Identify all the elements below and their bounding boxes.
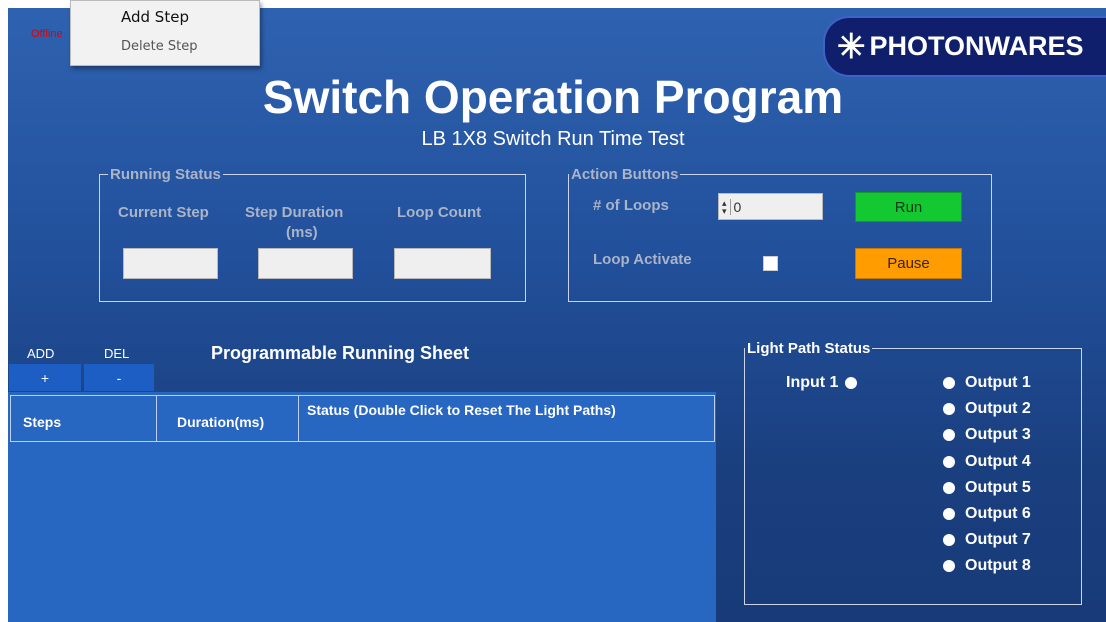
output-status-dot-icon — [943, 377, 955, 389]
menu-item-add-step[interactable]: Add Step — [121, 8, 189, 26]
step-duration-unit: (ms) — [286, 224, 318, 241]
logo-text: PHOTONWARES — [869, 31, 1084, 61]
column-header-steps[interactable]: Steps — [11, 396, 156, 441]
output-label: Output 1 — [965, 374, 1031, 391]
output-indicator: Output 1 — [943, 374, 1031, 392]
output-status-dot-icon — [943, 534, 955, 547]
column-header-duration[interactable]: Duration(ms) — [156, 396, 298, 441]
delete-step-button[interactable]: - — [84, 364, 154, 391]
loops-label: # of Loops — [593, 197, 669, 214]
step-duration-label: Step Duration — [245, 204, 344, 221]
output-status-dot-icon — [943, 560, 955, 573]
input-label: Input 1 — [786, 374, 839, 391]
output-label: Output 6 — [965, 505, 1031, 522]
input-indicator: Input 1 — [786, 374, 858, 392]
column-header-status[interactable]: Status (Double Click to Reset The Light … — [298, 396, 714, 441]
output-indicator: Output 8 — [943, 557, 1031, 575]
running-sheet-title: Programmable Running Sheet — [211, 343, 470, 363]
input-status-dot-icon — [845, 377, 858, 389]
page-subtitle: LB 1X8 Switch Run Time Test — [421, 128, 685, 150]
menu-item-delete-step[interactable]: Delete Step — [121, 39, 197, 54]
starburst-icon: ✳ — [837, 27, 866, 66]
connection-status: Offline — [31, 28, 63, 40]
output-indicator: Output 2 — [943, 400, 1031, 418]
context-menu: Add Step Delete Step — [70, 0, 260, 66]
output-label: Output 5 — [965, 478, 1031, 496]
loop-count-field — [394, 248, 491, 279]
output-label: Output 4 — [965, 452, 1031, 470]
current-step-field — [123, 248, 218, 279]
loop-count-label: Loop Count — [397, 204, 482, 221]
loop-activate-checkbox[interactable] — [763, 256, 778, 271]
del-label: DEL — [104, 346, 130, 361]
output-label: Output 8 — [965, 557, 1031, 575]
output-label: Output 7 — [965, 531, 1031, 549]
loops-stepper[interactable]: ▴ ▾ 0 — [718, 193, 823, 220]
output-status-dot-icon — [943, 481, 955, 494]
add-step-button[interactable]: + — [9, 364, 81, 391]
output-indicator: Output 3 — [943, 426, 1031, 444]
output-status-dot-icon — [943, 455, 955, 468]
output-label: Output 2 — [965, 400, 1031, 418]
output-status-dot-icon — [943, 429, 955, 442]
stepper-arrows-icon[interactable]: ▴ ▾ — [719, 198, 731, 215]
action-buttons-legend: Action Buttons — [571, 166, 679, 183]
output-indicator: Output 5 — [943, 479, 1031, 497]
run-button[interactable]: Run — [855, 192, 962, 222]
output-status-dot-icon — [943, 403, 955, 416]
output-status-dot-icon — [943, 508, 955, 520]
running-sheet-header: Steps Duration(ms) Status (Double Click … — [10, 395, 715, 442]
page-title: Switch Operation Program — [262, 71, 844, 123]
step-duration-field — [258, 248, 353, 279]
output-label: Output 3 — [965, 426, 1031, 444]
loops-value[interactable]: 0 — [731, 199, 742, 215]
loop-activate-label: Loop Activate — [593, 251, 692, 268]
running-status-legend: Running Status — [110, 166, 221, 183]
photonwares-logo: ✳ PHOTONWARES — [823, 16, 1106, 77]
output-indicator: Output 4 — [943, 453, 1031, 471]
output-indicator: Output 6 — [943, 505, 1031, 523]
pause-button[interactable]: Pause — [855, 248, 962, 279]
current-step-label: Current Step — [118, 204, 209, 221]
action-buttons-group: Action Buttons — [568, 166, 992, 302]
add-label: ADD — [27, 346, 55, 361]
output-indicator: Output 7 — [943, 531, 1031, 549]
light-path-status-legend: Light Path Status — [747, 340, 871, 357]
